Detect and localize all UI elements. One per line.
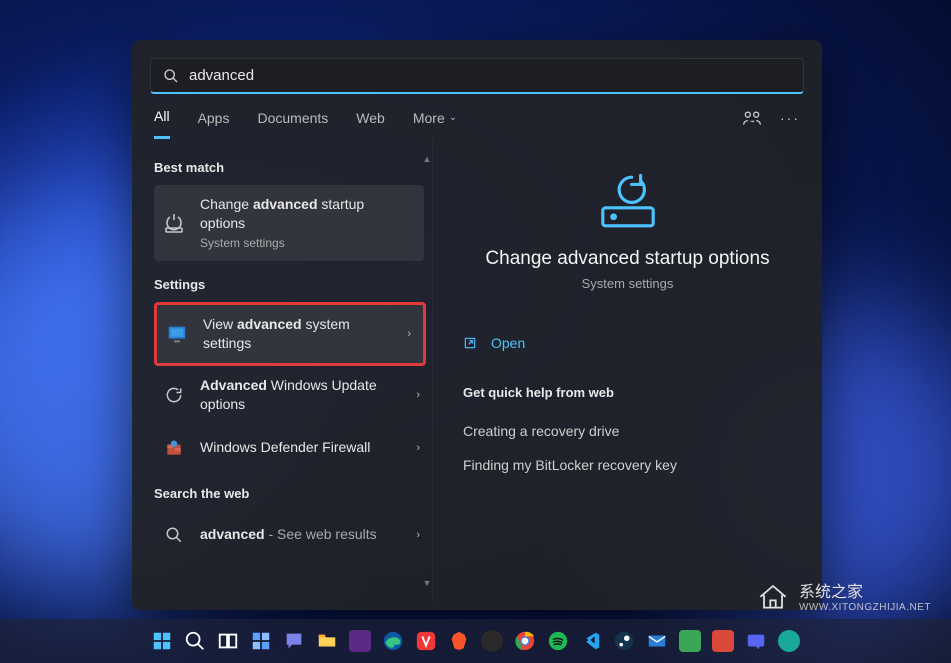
open-action[interactable]: Open xyxy=(463,329,792,357)
result-label: View advanced system settings xyxy=(203,315,391,353)
spotify-icon[interactable] xyxy=(545,628,572,655)
tab-all[interactable]: All xyxy=(154,108,170,139)
result-view-advanced-system-settings[interactable]: View advanced system settings › xyxy=(154,302,426,366)
preview-panel: Change advanced startup options System s… xyxy=(432,140,822,602)
open-icon xyxy=(463,336,477,350)
tab-apps[interactable]: Apps xyxy=(198,110,230,138)
steam-icon[interactable] xyxy=(611,628,638,655)
account-switch-icon[interactable] xyxy=(742,109,762,127)
tab-web[interactable]: Web xyxy=(356,110,385,138)
help-section-title: Get quick help from web xyxy=(463,385,792,400)
section-best-match: Best match xyxy=(154,160,432,175)
search-bar[interactable] xyxy=(150,58,804,94)
app-icon-green[interactable] xyxy=(677,628,704,655)
windows-search-panel: All Apps Documents Web More⌄ ··· Best ma… xyxy=(132,40,822,610)
search-input[interactable] xyxy=(189,67,791,84)
app-icon-1[interactable] xyxy=(347,628,374,655)
edge-icon[interactable] xyxy=(380,628,407,655)
search-icon xyxy=(160,521,188,549)
start-button[interactable] xyxy=(149,628,176,655)
chevron-down-icon: ⌄ xyxy=(449,112,457,123)
result-best-match[interactable]: Change advanced startup options System s… xyxy=(154,185,424,261)
help-link-bitlocker[interactable]: Finding my BitLocker recovery key xyxy=(463,448,792,482)
monitor-icon xyxy=(163,320,191,348)
search-tabs: All Apps Documents Web More⌄ ··· xyxy=(132,94,822,140)
app-icon-red[interactable] xyxy=(710,628,737,655)
app-icon-teal[interactable] xyxy=(776,628,803,655)
result-label: Windows Defender Firewall xyxy=(200,438,400,457)
search-icon xyxy=(163,68,179,84)
task-view-icon[interactable] xyxy=(215,628,242,655)
file-explorer-icon[interactable] xyxy=(314,628,341,655)
scrollbar[interactable]: ▲ ▼ xyxy=(422,154,432,588)
vscode-icon[interactable] xyxy=(578,628,605,655)
preview-title: Change advanced startup options xyxy=(463,248,792,270)
chrome-icon[interactable] xyxy=(512,628,539,655)
brave-icon[interactable] xyxy=(446,628,473,655)
section-settings: Settings xyxy=(154,277,432,292)
result-windows-defender-firewall[interactable]: Windows Defender Firewall › xyxy=(154,424,432,472)
vivaldi-icon[interactable] xyxy=(413,628,440,655)
help-link-recovery-drive[interactable]: Creating a recovery drive xyxy=(463,414,792,448)
app-icon-dark[interactable] xyxy=(479,628,506,655)
startup-large-icon xyxy=(592,170,664,232)
email-icon[interactable] xyxy=(644,628,671,655)
chevron-right-icon: › xyxy=(416,529,420,541)
chevron-right-icon: › xyxy=(407,328,411,340)
watermark-icon xyxy=(755,577,791,613)
update-icon xyxy=(160,381,188,409)
results-column: Best match Change advanced startup optio… xyxy=(132,140,432,602)
discord-icon[interactable] xyxy=(743,628,770,655)
result-web-advanced[interactable]: advanced - See web results › xyxy=(154,511,432,559)
scroll-up-icon[interactable]: ▲ xyxy=(422,154,432,164)
chevron-right-icon: › xyxy=(416,389,420,401)
scroll-down-icon[interactable]: ▼ xyxy=(422,578,432,588)
settings-startup-icon xyxy=(160,209,188,237)
chevron-right-icon: › xyxy=(416,442,420,454)
watermark: 系统之家 WWW.XITONGZHIJIA.NET xyxy=(755,577,931,613)
result-label: advanced - See web results xyxy=(200,525,400,544)
result-label: Change advanced startup options System s… xyxy=(200,195,412,251)
search-taskbar-icon[interactable] xyxy=(182,628,209,655)
result-advanced-windows-update[interactable]: Advanced Windows Update options › xyxy=(154,366,432,424)
tab-more[interactable]: More⌄ xyxy=(413,110,457,138)
widgets-icon[interactable] xyxy=(248,628,275,655)
more-options-icon[interactable]: ··· xyxy=(780,110,800,126)
taskbar xyxy=(0,619,951,663)
preview-subtitle: System settings xyxy=(463,276,792,291)
firewall-icon xyxy=(160,434,188,462)
section-search-web: Search the web xyxy=(154,486,432,501)
tab-documents[interactable]: Documents xyxy=(257,110,328,138)
chat-icon[interactable] xyxy=(281,628,308,655)
result-label: Advanced Windows Update options xyxy=(200,376,400,414)
